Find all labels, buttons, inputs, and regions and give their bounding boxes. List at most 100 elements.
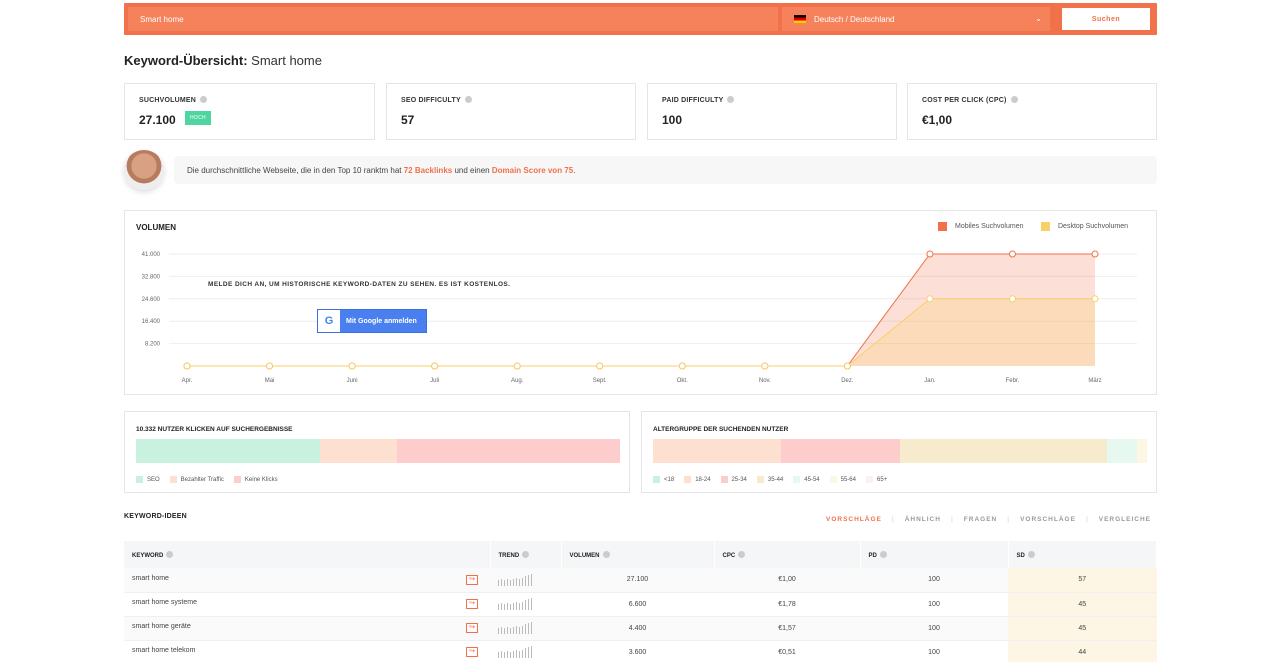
search-input[interactable] bbox=[128, 7, 778, 31]
trend-bar bbox=[507, 578, 508, 586]
metric-value: €1,00 bbox=[922, 113, 953, 127]
cpc-cell: €0,51 bbox=[714, 640, 860, 662]
open-keyword-icon[interactable]: ↪ bbox=[466, 623, 478, 633]
legend-swatch bbox=[136, 476, 143, 483]
y-tick-label: 32.800 bbox=[142, 274, 161, 280]
google-signin-button[interactable]: G Mit Google anmelden bbox=[317, 309, 427, 333]
legend-item: 65+ bbox=[865, 476, 888, 483]
legend-swatch bbox=[653, 476, 660, 483]
metric-label: SUCHVOLUMEN bbox=[139, 97, 197, 104]
trend-bar bbox=[513, 603, 514, 610]
bar-segment[interactable] bbox=[781, 439, 900, 463]
bar-segment[interactable] bbox=[899, 439, 1108, 463]
keyword-text[interactable]: smart home bbox=[132, 575, 169, 582]
y-tick-label: 41.000 bbox=[142, 252, 161, 258]
table-row[interactable]: smart home ↪ 27.100 €1,00 100 57 bbox=[124, 568, 1157, 593]
signin-message: MELDE DICH AN, UM HISTORISCHE KEYWORD-DA… bbox=[208, 281, 511, 288]
col-keyword[interactable]: KEYWORD bbox=[124, 541, 491, 568]
bar-segment[interactable] bbox=[397, 439, 620, 463]
data-point bbox=[1008, 250, 1016, 258]
data-point bbox=[348, 362, 356, 370]
data-point bbox=[266, 362, 274, 370]
legend-label: 35-44 bbox=[767, 476, 784, 483]
help-icon bbox=[1027, 550, 1035, 558]
bar-segment[interactable] bbox=[1107, 439, 1138, 463]
tab-vergleiche[interactable]: VERGLEICHE bbox=[1099, 516, 1151, 523]
data-point bbox=[926, 295, 934, 303]
help-icon[interactable] bbox=[200, 96, 208, 103]
col-sd[interactable]: SD bbox=[1008, 541, 1157, 568]
trend-bar bbox=[501, 578, 502, 586]
help-icon[interactable] bbox=[1010, 96, 1018, 103]
table-row[interactable]: smart home systeme ↪ 6.600 €1,78 100 45 bbox=[124, 592, 1157, 617]
google-icon: G bbox=[318, 310, 340, 332]
help-icon[interactable] bbox=[464, 96, 472, 103]
tab-vorschlaege[interactable]: VORSCHLÄGE bbox=[826, 516, 882, 523]
open-keyword-icon[interactable]: ↪ bbox=[466, 647, 478, 657]
clicks-bar bbox=[136, 439, 620, 463]
help-icon[interactable] bbox=[727, 96, 735, 103]
col-trend[interactable]: TREND bbox=[490, 541, 562, 568]
tab-vorschlaege-2[interactable]: VORSCHLÄGE bbox=[1020, 516, 1076, 523]
col-volume[interactable]: VOLUMEN bbox=[561, 541, 715, 568]
legend-label: Keine Klicks bbox=[244, 476, 278, 483]
col-cpc[interactable]: CPC bbox=[714, 541, 861, 568]
chevron-down-icon: ⌄ bbox=[1035, 14, 1042, 23]
legend-mobile[interactable]: Mobiles Suchvolumen bbox=[938, 222, 1023, 231]
trend-sparkline bbox=[498, 622, 561, 634]
sd-cell: 57 bbox=[1008, 568, 1157, 593]
trend-bar bbox=[510, 604, 511, 610]
trend-bar bbox=[510, 628, 511, 634]
tab-aehnlich[interactable]: ÄHNLICH bbox=[905, 516, 941, 523]
trend-sparkline bbox=[498, 573, 561, 586]
search-button[interactable]: Suchen bbox=[1062, 8, 1150, 30]
bar-segment[interactable] bbox=[136, 439, 320, 463]
keyword-cell[interactable]: smart home ↪ bbox=[124, 568, 490, 593]
keyword-cell[interactable]: smart home systeme ↪ bbox=[124, 592, 490, 617]
pd-cell: 100 bbox=[860, 616, 1008, 641]
metric-card-cpc: COST PER CLICK (CPC) €1,00 bbox=[907, 83, 1157, 140]
legend-label: 45-54 bbox=[804, 476, 820, 483]
legend-swatch bbox=[169, 476, 177, 483]
legend-desktop[interactable]: Desktop Suchvolumen bbox=[1041, 222, 1128, 231]
keyword-cell[interactable]: smart home telekom ↪ bbox=[124, 640, 490, 662]
col-pd[interactable]: PD bbox=[860, 541, 1009, 568]
bar-segment[interactable] bbox=[1137, 439, 1147, 463]
backlinks-link[interactable]: 72 Backlinks bbox=[404, 166, 452, 175]
trend-bar bbox=[504, 652, 505, 658]
trend-bar bbox=[510, 652, 511, 658]
trend-bar bbox=[519, 651, 520, 658]
trend-bar bbox=[522, 650, 523, 658]
keyword-text[interactable]: smart home systeme bbox=[132, 599, 197, 606]
data-point bbox=[1008, 295, 1016, 303]
clicks-legend: SEO Bezahlter Traffic Keine Klicks bbox=[136, 476, 288, 483]
trend-bar bbox=[519, 627, 520, 634]
trend-sparkline bbox=[498, 598, 561, 610]
table-row[interactable]: smart home geräte ↪ 4.400 €1,57 100 45 bbox=[124, 616, 1157, 641]
bar-segment[interactable] bbox=[653, 439, 782, 463]
open-keyword-icon[interactable]: ↪ bbox=[466, 574, 478, 585]
trend-bar bbox=[522, 602, 523, 610]
legend-label: 65+ bbox=[876, 476, 888, 483]
tab-fragen[interactable]: FRAGEN bbox=[964, 516, 997, 523]
trend-bar bbox=[501, 627, 502, 634]
trend-bar bbox=[525, 600, 526, 610]
language-select[interactable]: Deutsch / Deutschland ⌄ bbox=[782, 7, 1050, 31]
x-tick-label: Apr. bbox=[182, 378, 193, 384]
keyword-text[interactable]: smart home telekom bbox=[132, 647, 195, 654]
legend-swatch bbox=[756, 476, 764, 483]
bar-segment[interactable] bbox=[319, 439, 398, 463]
x-tick-label: Febr. bbox=[1006, 378, 1020, 384]
volume-title: VOLUMEN bbox=[136, 223, 176, 232]
volume-cell: 27.100 bbox=[561, 568, 714, 593]
trend-cell bbox=[490, 592, 561, 617]
open-keyword-icon[interactable]: ↪ bbox=[466, 599, 478, 609]
y-tick-label: 8.200 bbox=[145, 342, 161, 348]
table-row[interactable]: smart home telekom ↪ 3.600 €0,51 100 44 bbox=[124, 640, 1157, 662]
keyword-text[interactable]: smart home geräte bbox=[132, 623, 191, 630]
domain-score-link[interactable]: Domain Score von 75 bbox=[492, 166, 573, 175]
trend-bar bbox=[516, 602, 517, 610]
data-point bbox=[843, 362, 851, 370]
keyword-cell[interactable]: smart home geräte ↪ bbox=[124, 616, 490, 641]
trend-bar bbox=[501, 651, 502, 658]
